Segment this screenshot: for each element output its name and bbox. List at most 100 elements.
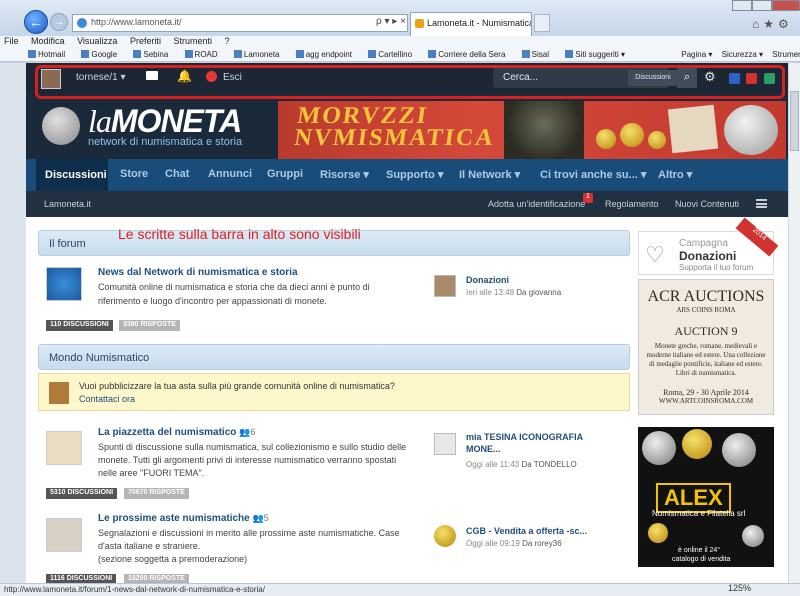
heart-icon: ♡: [645, 242, 665, 267]
default-avatar-icon[interactable]: [434, 433, 456, 455]
alex-ad[interactable]: ALEX Numismatica e Filatelia srl è onlin…: [638, 427, 774, 567]
menu-modifica[interactable]: Modifica: [31, 36, 65, 46]
nav-chat[interactable]: Chat: [165, 168, 189, 180]
fav-item[interactable]: Google: [81, 50, 124, 59]
tab-title: Lamoneta.it - Numismatica...: [427, 18, 532, 28]
subnav-identificazione[interactable]: Adotta un'identificazione: [488, 199, 585, 209]
forum-title[interactable]: Le prossime aste numismatiche 👥5: [98, 513, 269, 524]
logout-icon[interactable]: [206, 71, 217, 82]
last-post-avatar[interactable]: [434, 525, 456, 547]
forum-desc: d'asta italiane e straniere.: [98, 541, 201, 551]
section-mondo-numismatico[interactable]: Mondo Numismatico: [38, 344, 630, 370]
breadcrumb[interactable]: Lamoneta.it: [44, 199, 91, 209]
donations-subtitle: Supporta il tuo forum: [679, 263, 754, 272]
ad-notice: Vuoi pubblicizzare la tua asta sulla più…: [38, 373, 630, 411]
address-tools[interactable]: ρ ▾ ▸ ×: [376, 16, 406, 27]
forum-title[interactable]: News dal Network di numismatica e storia: [98, 267, 298, 278]
avatar[interactable]: [41, 69, 61, 89]
username-menu[interactable]: tornese/1 ▾: [76, 72, 126, 83]
banner-banknote: [667, 104, 719, 154]
banner-bust: [504, 101, 584, 159]
nav-discussioni[interactable]: Discussioni: [36, 159, 108, 191]
search-scope-button[interactable]: Discussioni: [628, 70, 678, 86]
menu-visualizza[interactable]: Visualizza: [77, 36, 117, 46]
ad-contact-link[interactable]: Contattaci ora: [79, 393, 135, 406]
nav-il-network[interactable]: Il Network ▾: [459, 168, 520, 181]
scrollbar-thumb[interactable]: [790, 91, 799, 151]
forum-desc: (sezione soggetta a premoderazione): [98, 554, 248, 564]
forum-desc: nelle aree "FUORI TEMA".: [98, 468, 205, 478]
nav-gruppi[interactable]: Gruppi: [267, 168, 303, 180]
last-post-title-cont[interactable]: MONE...: [466, 443, 501, 455]
fav-item[interactable]: Sisal: [521, 50, 556, 59]
fav-item[interactable]: Sebina: [133, 50, 175, 59]
menu-preferiti[interactable]: Preferiti: [130, 36, 161, 46]
maximize-button[interactable]: [752, 0, 772, 11]
main-nav: Discussioni Store Chat Annunci Gruppi Ri…: [26, 159, 788, 191]
acr-desc: Monete greche, romane, medievali e moder…: [646, 342, 766, 377]
fav-item[interactable]: agg endpoint: [295, 50, 359, 59]
nav-supporto[interactable]: Supporto ▾: [386, 168, 443, 181]
close-window-button[interactable]: [772, 0, 800, 11]
fav-item[interactable]: Hotmail: [28, 50, 72, 59]
menu-list-icon[interactable]: [756, 199, 767, 208]
zoom-level[interactable]: 125%: [728, 583, 751, 593]
fav-item[interactable]: Corriere della Sera: [428, 50, 512, 59]
nav-altro[interactable]: Altro ▾: [658, 168, 692, 181]
browser-tab[interactable]: Lamoneta.it - Numismatica...: [410, 12, 532, 36]
gavel-icon[interactable]: [46, 518, 82, 552]
left-margin: [0, 63, 26, 583]
nav-store[interactable]: Store: [120, 168, 148, 180]
alex-subtitle: Numismatica e Filatelia srl: [652, 509, 746, 518]
forward-button[interactable]: →: [50, 13, 68, 31]
menu-help[interactable]: ?: [225, 36, 230, 46]
theme-blue-button[interactable]: [729, 73, 740, 84]
page-scrollbar[interactable]: [788, 63, 800, 583]
subnav-nuovi-contenuti[interactable]: Nuovi Contenuti: [675, 199, 739, 209]
theme-green-button[interactable]: [764, 73, 775, 84]
last-post-title[interactable]: Donazioni: [466, 274, 509, 286]
donations-banner[interactable]: ♡ Campagna Donazioni Supporta il tuo for…: [638, 217, 779, 275]
last-post-title[interactable]: CGB - Vendita a offerta -sc...: [466, 525, 587, 537]
last-post-avatar[interactable]: [434, 275, 456, 297]
fav-strumenti[interactable]: Strumenti ▾: [772, 50, 800, 59]
logo-la: la: [88, 103, 112, 139]
subnav-regolamento[interactable]: Regolamento: [605, 199, 659, 209]
menu-file[interactable]: File: [4, 36, 19, 46]
fav-item[interactable]: Lamoneta: [233, 50, 287, 59]
replies-count: 70670 RISPOSTE: [124, 488, 189, 499]
fav-pagina[interactable]: Pagina ▾: [681, 50, 712, 59]
bell-icon[interactable]: 🔔: [177, 69, 192, 83]
banner-text: MORVZZI NVMISMATICA: [293, 103, 499, 151]
header-banner[interactable]: MORVZZI NVMISMATICA: [278, 101, 786, 159]
ad-coin: [742, 525, 764, 547]
last-post-title[interactable]: mia TESINA ICONOGRAFIA: [466, 431, 583, 443]
site-logo[interactable]: laMONETA: [88, 103, 242, 140]
fav-item[interactable]: Cartellino: [368, 50, 419, 59]
search-icon[interactable]: ⌕: [677, 68, 697, 88]
discussions-count: 110 DISCUSSIONI: [46, 320, 113, 331]
mail-icon[interactable]: [146, 71, 158, 80]
forum-icon[interactable]: [46, 431, 82, 465]
fav-item[interactable]: ROAD: [184, 50, 225, 59]
theme-red-button[interactable]: [746, 73, 757, 84]
nav-risorse[interactable]: Risorse ▾: [320, 168, 369, 181]
info-icon[interactable]: [46, 267, 82, 301]
forum-desc: Segnalazioni e discussioni in merito all…: [98, 528, 400, 538]
new-tab-button[interactable]: [534, 14, 550, 32]
nav-annunci[interactable]: Annunci: [208, 168, 252, 180]
replies-count: 3380 RISPOSTE: [119, 320, 180, 331]
minimize-button[interactable]: [732, 0, 752, 11]
nav-ci-trovi[interactable]: Ci trovi anche su... ▾: [540, 168, 646, 181]
fav-sicurezza[interactable]: Sicurezza ▾: [722, 50, 763, 59]
forum-title[interactable]: La piazzetta del numismatico 👥6: [98, 427, 255, 438]
window-controls: [732, 0, 800, 12]
address-bar[interactable]: http://www.lamoneta.it/: [72, 14, 408, 32]
fav-item[interactable]: Siti suggeriti ▾: [565, 50, 632, 59]
logout-link[interactable]: Esci: [223, 72, 242, 83]
browser-toolbar-icons[interactable]: ⌂★⚙: [752, 17, 793, 31]
gear-icon[interactable]: ⚙: [704, 69, 716, 85]
back-button[interactable]: ←: [24, 10, 48, 34]
acr-auctions-ad[interactable]: ACR AUCTIONS ARS COINS ROMA AUCTION 9 Mo…: [638, 279, 774, 415]
menu-strumenti[interactable]: Strumenti: [173, 36, 212, 46]
